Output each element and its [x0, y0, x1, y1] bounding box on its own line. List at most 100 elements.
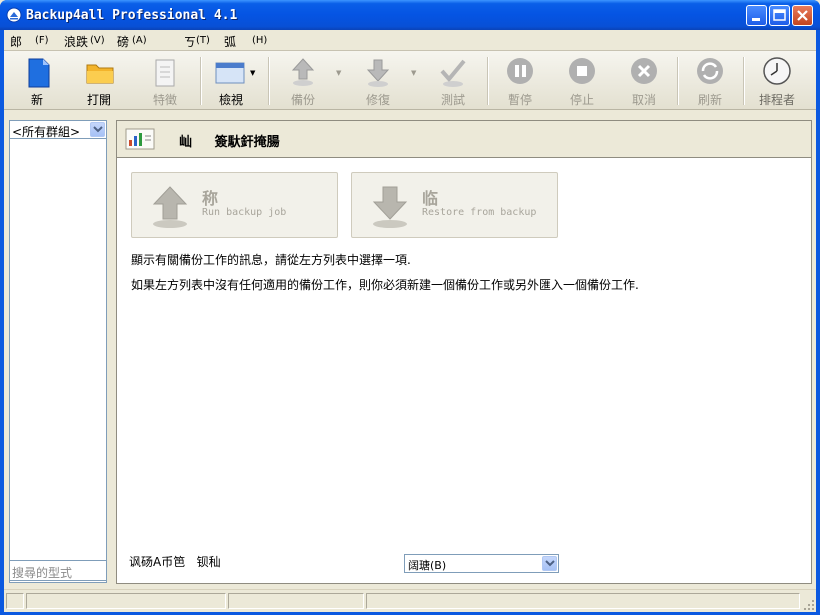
group-select-value: <所有群組>: [12, 125, 81, 139]
view-button[interactable]: ▼ 檢視: [200, 51, 262, 109]
view-dropdown-arrow[interactable]: ▼: [250, 69, 255, 77]
open-button[interactable]: 打開: [68, 51, 130, 109]
backup-job-list[interactable]: [9, 120, 107, 583]
restore-label: 修復: [365, 93, 390, 107]
restore-button[interactable]: ▼ 修復: [347, 51, 416, 109]
pause-icon: [507, 58, 533, 84]
info-text-line-2: 如果左方列表中沒有任何適用的備份工作，則你必須新建一個備份工作或另外匯入一個備份…: [131, 278, 639, 292]
footer-label: 讽砀A币笆 钡秈: [129, 553, 221, 570]
panel-title-prefix: 屾: [179, 135, 193, 150]
test-check-icon: [440, 59, 466, 87]
refresh-icon: [697, 58, 723, 84]
cancel-label: 取消: [631, 93, 656, 107]
stop-button[interactable]: 停止: [551, 51, 613, 109]
new-label: 新: [30, 93, 43, 107]
restore-arrow-icon: [372, 186, 408, 228]
minimize-icon: [752, 18, 760, 21]
maximize-icon: [773, 9, 786, 21]
pause-label: 暫停: [507, 93, 532, 107]
title-bar[interactable]: Backup4all Professional 4.1: [0, 0, 820, 30]
properties-label: 特徵: [152, 93, 177, 107]
menu-help-accel[interactable]: (H): [252, 35, 267, 46]
maximize-button[interactable]: [769, 5, 790, 26]
job-info-icon: [125, 128, 155, 150]
chevron-down-icon: [93, 126, 103, 133]
run-backup-button[interactable]: 称 Run backup job: [131, 172, 338, 238]
restore-backup-title: 临: [422, 189, 439, 208]
menu-help[interactable]: 弧: [224, 33, 236, 50]
pause-button[interactable]: 暫停: [489, 51, 551, 109]
scheduler-button[interactable]: 排程者: [746, 51, 808, 109]
refresh-button[interactable]: 刷新: [679, 51, 741, 109]
menu-file[interactable]: 郎: [10, 33, 22, 50]
resize-grip-icon[interactable]: [803, 599, 815, 611]
open-label: 打開: [86, 93, 111, 107]
app-icon[interactable]: [6, 7, 22, 23]
minimize-button[interactable]: [746, 5, 767, 26]
new-button[interactable]: 新: [6, 51, 68, 109]
menu-action-accel[interactable]: (A): [132, 35, 147, 46]
status-panel: [366, 593, 800, 609]
window-title: Backup4all Professional 4.1: [26, 8, 238, 23]
toolbar: 新 打開 特徵 ▼ 檢視 ▼ 備份 ▼ 修復 測試 暫停 停止 取消 刷新 排程…: [4, 51, 816, 110]
menu-file-accel[interactable]: (F): [35, 35, 49, 46]
backup-arrow-icon: [152, 186, 188, 228]
menu-tools[interactable]: ㄎ: [184, 33, 196, 50]
footer-label-part-1: 讽砀A币笆: [129, 555, 186, 569]
backup-dropdown-arrow[interactable]: ▼: [336, 69, 341, 77]
run-backup-title: 称: [202, 189, 219, 208]
status-panel: [6, 593, 24, 609]
test-label: 測試: [440, 93, 465, 107]
scheduler-label: 排程者: [758, 93, 795, 107]
stop-icon: [569, 58, 595, 84]
status-panel: [26, 593, 226, 609]
close-button[interactable]: [792, 5, 813, 26]
open-folder-icon: [86, 64, 114, 84]
restore-backup-subtitle: Restore from backup: [422, 207, 537, 218]
chevron-down-icon: [545, 560, 555, 567]
status-panel: [228, 593, 364, 609]
group-select-dropdown-button[interactable]: [90, 122, 105, 137]
backup-label: 備份: [290, 93, 315, 107]
cancel-icon: [631, 58, 657, 84]
search-input[interactable]: 搜尋的型式: [9, 560, 107, 581]
stop-label: 停止: [569, 93, 594, 107]
footer-label-part-2: 钡秈: [196, 555, 221, 569]
run-backup-subtitle: Run backup job: [202, 207, 287, 218]
menu-view[interactable]: 浪跌: [64, 33, 88, 50]
backup-button[interactable]: ▼ 備份: [272, 51, 341, 109]
view-mode-select-value: 阔瑭(B): [408, 559, 447, 572]
test-button[interactable]: 測試: [422, 51, 484, 109]
scheduler-clock-icon: [763, 57, 791, 85]
properties-icon: [155, 59, 175, 87]
new-file-icon: [28, 58, 50, 88]
search-placeholder: 搜尋的型式: [12, 566, 73, 580]
panel-header: 屾 簽馱釬掩腸: [117, 121, 811, 158]
restore-backup-button[interactable]: 临 Restore from backup: [351, 172, 558, 238]
status-bar: [4, 589, 816, 612]
menu-action[interactable]: 磅: [117, 33, 129, 50]
panel-title-text: 簽馱釬掩腸: [214, 135, 280, 150]
properties-button[interactable]: 特徵: [134, 51, 196, 109]
refresh-label: 刷新: [697, 93, 722, 107]
view-mode-select[interactable]: 阔瑭(B): [404, 554, 559, 573]
toolbar-separator: [743, 57, 745, 105]
panel-title: 屾 簽馱釬掩腸: [179, 131, 280, 150]
close-icon: [797, 10, 808, 21]
restore-dropdown-arrow[interactable]: ▼: [411, 69, 416, 77]
view-mode-dropdown-button[interactable]: [542, 556, 557, 571]
toolbar-separator: [268, 57, 270, 105]
backup-arrow-icon: [291, 58, 315, 86]
menu-view-accel[interactable]: (V): [90, 35, 105, 46]
cancel-button[interactable]: 取消: [613, 51, 675, 109]
client-area: 郎 (F) 浪跌 (V) 磅 (A) ㄎ (T) 弧 (H) 新 打開 特徵 ▼…: [4, 30, 816, 612]
menu-tools-accel[interactable]: (T): [196, 35, 210, 46]
app-window: Backup4all Professional 4.1 郎 (F) 浪跌 (V)…: [0, 0, 820, 615]
job-details-panel: 屾 簽馱釬掩腸 称 Run backup job 临 Restore from …: [116, 120, 812, 584]
view-icon: [215, 62, 245, 84]
menu-bar: 郎 (F) 浪跌 (V) 磅 (A) ㄎ (T) 弧 (H): [4, 30, 816, 50]
group-select[interactable]: <所有群組>: [9, 120, 107, 139]
restore-arrow-icon: [366, 59, 390, 87]
view-label: 檢視: [218, 93, 243, 107]
info-text-line-1: 顯示有關備份工作的訊息，請從左方列表中選擇一項.: [131, 253, 411, 267]
